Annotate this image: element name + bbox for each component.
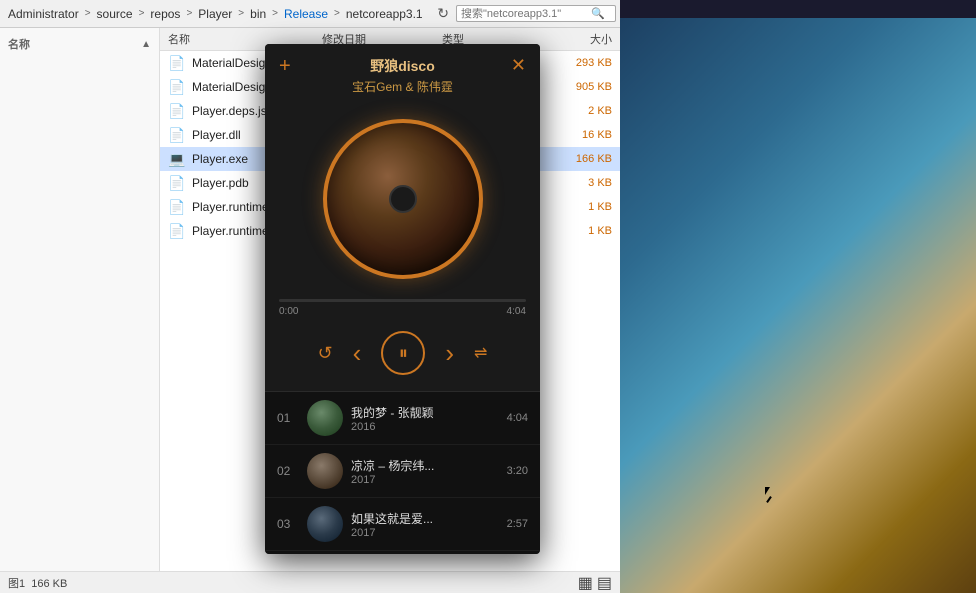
file-size: 1 KB (543, 225, 612, 237)
header-size[interactable]: 大小 (542, 31, 612, 47)
player-header: + 野狼disco 宝石Gem & 陈伟霆 ✕ (265, 44, 540, 103)
progress-bar-background[interactable] (279, 299, 526, 302)
view-icon-grid[interactable]: ▦ (578, 573, 593, 593)
progress-times: 0:00 4:04 (279, 306, 526, 317)
next-button[interactable]: › (445, 340, 454, 366)
playlist-year: 2016 (351, 421, 501, 433)
playlist-item[interactable]: 02 凉凉 – 杨宗纬... 2017 3:20 (265, 445, 540, 498)
playlist-song: 如果这就是爱... (351, 510, 501, 527)
sep-6: > (334, 8, 340, 19)
sidebar-header: 名称 ▲ (0, 32, 159, 54)
sidebar-name-label: 名称 (8, 36, 30, 52)
sep-5: > (272, 8, 278, 19)
file-type-icon: 📄 (168, 78, 186, 96)
file-type-icon: 📄 (168, 54, 186, 72)
breadcrumb-player[interactable]: Player (194, 5, 236, 23)
search-input[interactable] (461, 8, 591, 20)
playlist-thumb (307, 453, 343, 489)
status-text: 图1 166 KB (8, 575, 67, 591)
file-type-icon: 📄 (168, 174, 186, 192)
player-add-button[interactable]: + (279, 56, 291, 76)
file-size: 293 KB (542, 57, 612, 69)
breadcrumb-admin[interactable]: Administrator (4, 5, 83, 23)
player-close-button[interactable]: ✕ (511, 56, 526, 74)
progress-start: 0:00 (279, 306, 298, 317)
player-title: 野狼disco (370, 56, 435, 76)
play-pause-button[interactable]: ⏸ (381, 331, 425, 375)
playlist-duration: 3:20 (507, 465, 528, 477)
sep-1: > (85, 8, 91, 19)
file-type-icon: 📄 (168, 102, 186, 120)
breadcrumb-netcoreapp[interactable]: netcoreapp3.1 (342, 5, 427, 23)
file-type-icon: 📄 (168, 222, 186, 240)
collapse-arrow-icon[interactable]: ▲ (141, 39, 151, 50)
breadcrumb-source[interactable]: source (93, 5, 137, 23)
breadcrumb-repos[interactable]: repos (146, 5, 184, 23)
progress-area: 0:00 4:04 (265, 299, 540, 317)
playlist: 01 我的梦 - 张靓颖 2016 4:04 02 凉凉 – 杨宗纬... 20… (265, 391, 540, 554)
player-artist: 宝石Gem & 陈伟霆 (352, 78, 453, 95)
playlist-item[interactable]: 01 我的梦 - 张靓颖 2016 4:04 (265, 392, 540, 445)
view-icon-list[interactable]: ▤ (597, 573, 612, 593)
playlist-num: 02 (277, 464, 299, 478)
search-icon[interactable]: 🔍 (591, 7, 605, 20)
playlist-duration: 2:57 (507, 518, 528, 530)
status-bar-right: ▦ ▤ (578, 573, 612, 593)
playlist-song: 凉凉 – 杨宗纬... (351, 457, 501, 474)
sep-3: > (186, 8, 192, 19)
file-type-icon: 📄 (168, 126, 186, 144)
playlist-thumb (307, 400, 343, 436)
progress-end: 4:04 (507, 306, 526, 317)
playlist-info: 凉凉 – 杨宗纬... 2017 (351, 457, 501, 486)
music-player: + 野狼disco 宝石Gem & 陈伟霆 ✕ 0:00 4:04 ↺ ‹ ⏸ … (265, 44, 540, 554)
repeat-button[interactable]: ↺ (318, 343, 333, 364)
file-size: 2 KB (542, 105, 612, 117)
playlist-num: 01 (277, 411, 299, 425)
file-type-icon: 📄 (168, 198, 186, 216)
prev-button[interactable]: ‹ (353, 340, 362, 366)
sidebar: 名称 ▲ (0, 28, 160, 571)
playlist-info: 我的梦 - 张靓颖 2016 (351, 404, 501, 433)
file-size: 905 KB (550, 81, 612, 93)
playlist-container: 01 我的梦 - 张靓颖 2016 4:04 02 凉凉 – 杨宗纬... 20… (265, 392, 540, 551)
playlist-year: 2017 (351, 527, 501, 539)
shuffle-button[interactable]: ⇌ (474, 343, 487, 363)
breadcrumb-release[interactable]: Release (280, 5, 332, 23)
wallpaper-background (586, 18, 976, 593)
playlist-scrollbar[interactable]: 01 我的梦 - 张靓颖 2016 4:04 02 凉凉 – 杨宗纬... 20… (265, 392, 540, 554)
breadcrumb-bin[interactable]: bin (246, 5, 270, 23)
playlist-year: 2017 (351, 474, 501, 486)
album-art-container (265, 103, 540, 299)
status-bar: 图1 166 KB ▦ ▤ (0, 571, 620, 593)
playlist-duration: 4:04 (507, 412, 528, 424)
player-controls: ↺ ‹ ⏸ › ⇌ (265, 317, 540, 391)
sep-4: > (238, 8, 244, 19)
file-size: 1 KB (548, 201, 612, 213)
playlist-item[interactable]: 03 如果这就是爱... 2017 2:57 (265, 498, 540, 551)
file-size: 3 KB (542, 177, 612, 189)
file-size: 166 KB (542, 153, 612, 165)
file-type-icon: 💻 (168, 150, 186, 168)
sep-2: > (139, 8, 145, 19)
playlist-song: 我的梦 - 张靓颖 (351, 404, 501, 421)
search-box: 🔍 (456, 5, 616, 22)
playlist-num: 03 (277, 517, 299, 531)
album-art (323, 119, 483, 279)
address-bar: Administrator > source > repos > Player … (0, 0, 620, 28)
playlist-info: 如果这就是爱... 2017 (351, 510, 501, 539)
file-size: 16 KB (542, 129, 612, 141)
playlist-thumb (307, 506, 343, 542)
refresh-button[interactable]: ↻ (434, 5, 452, 22)
